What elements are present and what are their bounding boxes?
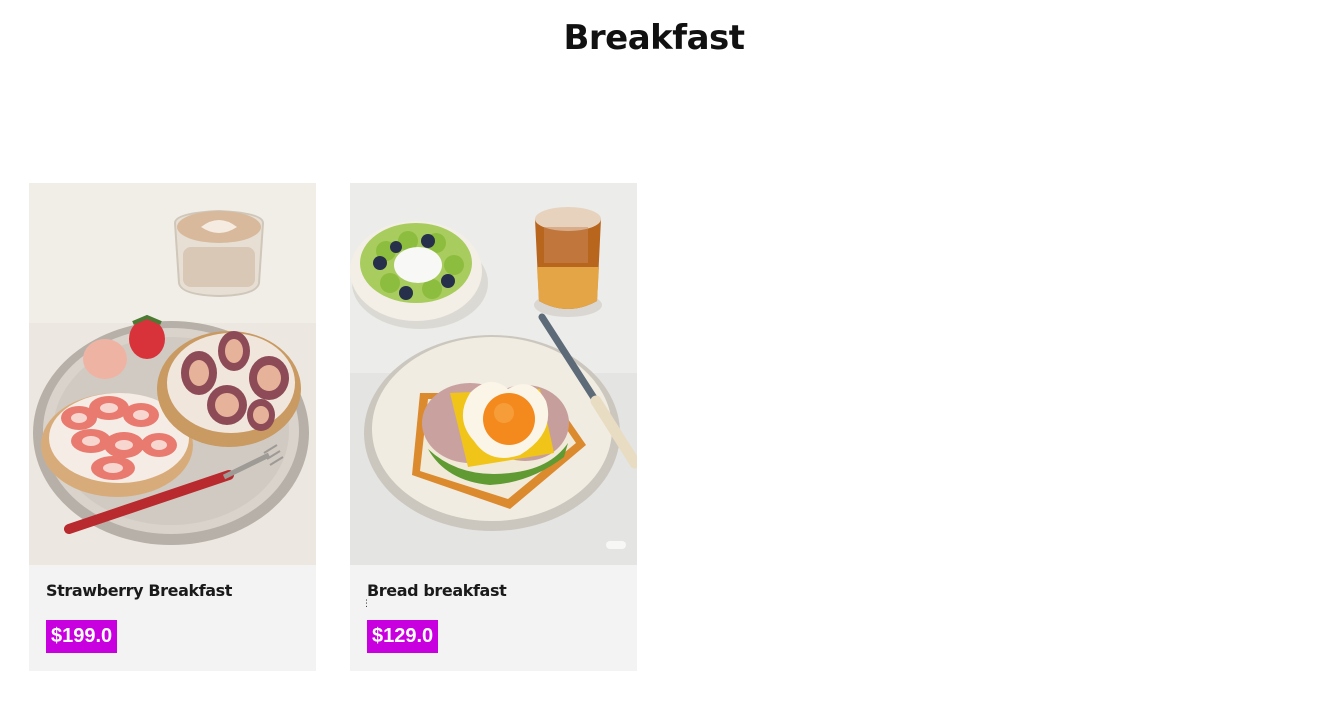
page-title: Breakfast (563, 18, 745, 58)
price-badge: $129.0 (367, 620, 439, 653)
price-badge: $199.0 (46, 620, 118, 653)
product-card-strawberry-breakfast[interactable]: Strawberry Breakfast $199.0 (29, 183, 316, 671)
drag-handle-icon: ⋮ (362, 599, 371, 609)
bread-breakfast-photo (350, 183, 637, 565)
product-image[interactable] (350, 183, 637, 565)
product-name[interactable]: Strawberry Breakfast (46, 581, 232, 600)
product-image[interactable] (29, 183, 316, 565)
product-card-bread-breakfast[interactable]: ⋮ Bread breakfast $129.0 (350, 183, 637, 671)
strawberry-breakfast-photo (29, 183, 316, 565)
product-name[interactable]: Bread breakfast (367, 581, 507, 600)
